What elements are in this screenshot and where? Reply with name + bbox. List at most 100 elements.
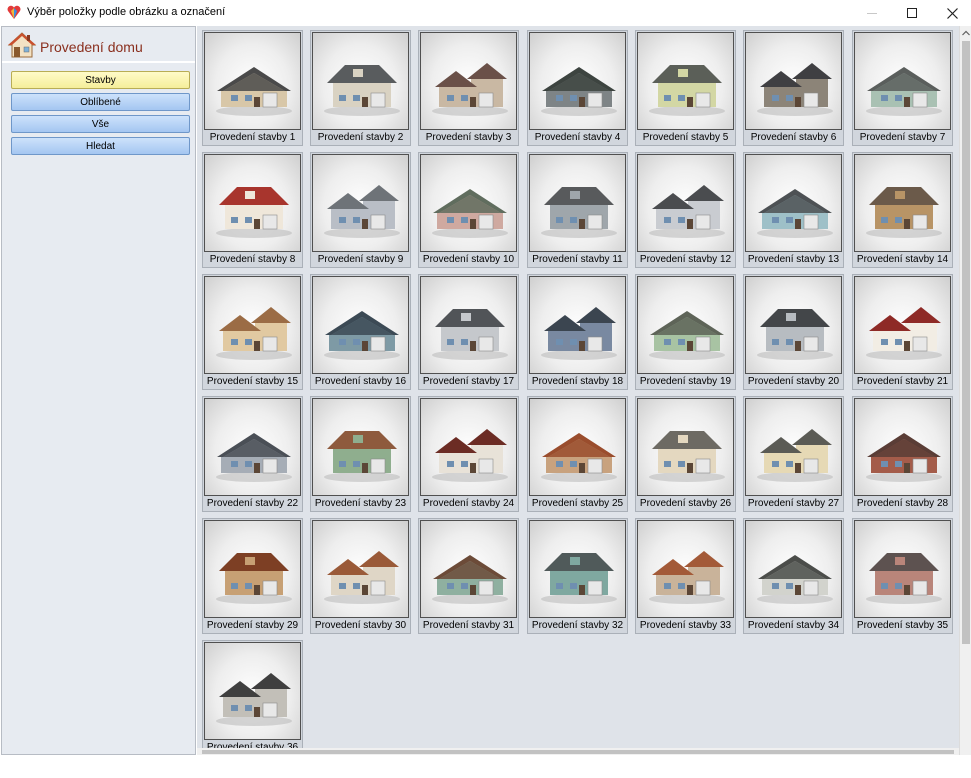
thumbnail-tile[interactable]: Provedení stavby 17 bbox=[418, 274, 519, 390]
thumbnail-image bbox=[204, 398, 301, 496]
house-thumbnail-icon bbox=[541, 553, 617, 604]
thumbnail-image bbox=[854, 32, 951, 130]
scrollbar-thumb[interactable] bbox=[962, 41, 970, 644]
maximize-button[interactable] bbox=[890, 0, 934, 26]
thumbnail-label: Provedení stavby 12 bbox=[639, 254, 732, 265]
thumbnail-tile[interactable]: Provedení stavby 18 bbox=[527, 274, 628, 390]
thumbnail-tile[interactable]: Provedení stavby 24 bbox=[418, 396, 519, 512]
thumbnail-tile[interactable]: Provedení stavby 33 bbox=[635, 518, 736, 634]
house-thumbnail-icon bbox=[541, 187, 617, 238]
thumbnail-tile[interactable]: Provedení stavby 1 bbox=[202, 30, 303, 146]
thumbnail-tile[interactable]: Provedení stavby 26 bbox=[635, 396, 736, 512]
thumbnail-tile[interactable]: Provedení stavby 28 bbox=[852, 396, 953, 512]
thumbnail-tile[interactable]: Provedení stavby 34 bbox=[743, 518, 844, 634]
thumbnail-image bbox=[745, 32, 842, 130]
thumbnail-tile[interactable]: Provedení stavby 27 bbox=[743, 396, 844, 512]
thumbnail-label: Provedení stavby 29 bbox=[206, 620, 299, 631]
house-thumbnail-icon bbox=[216, 187, 292, 238]
thumbnail-image bbox=[854, 154, 951, 252]
thumbnail-image bbox=[745, 398, 842, 496]
thumbnail-image bbox=[312, 520, 409, 618]
thumbnail-image bbox=[745, 154, 842, 252]
thumbnail-image bbox=[312, 276, 409, 374]
thumbnail-tile[interactable]: Provedení stavby 16 bbox=[310, 274, 411, 390]
category-button-oblibene[interactable]: Oblíbené bbox=[11, 93, 190, 111]
thumbnail-tile[interactable]: Provedení stavby 31 bbox=[418, 518, 519, 634]
thumbnail-tile[interactable]: Provedení stavby 9 bbox=[310, 152, 411, 268]
house-thumbnail-icon bbox=[324, 311, 400, 360]
thumbnail-label: Provedení stavby 20 bbox=[747, 376, 840, 387]
close-button[interactable] bbox=[930, 0, 971, 26]
horizontal-scrollbar[interactable] bbox=[197, 748, 959, 755]
thumbnail-tile[interactable]: Provedení stavby 15 bbox=[202, 274, 303, 390]
thumbnail-tile[interactable]: Provedení stavby 7 bbox=[852, 30, 953, 146]
thumbnail-image bbox=[637, 276, 734, 374]
thumbnail-tile[interactable]: Provedení stavby 2 bbox=[310, 30, 411, 146]
thumbnail-label: Provedení stavby 17 bbox=[422, 376, 515, 387]
thumbnail-tile[interactable]: Provedení stavby 25 bbox=[527, 396, 628, 512]
thumbnail-tile[interactable]: Provedení stavby 11 bbox=[527, 152, 628, 268]
house-thumbnail-icon bbox=[541, 307, 617, 360]
thumbnail-tile[interactable]: Provedení stavby 22 bbox=[202, 396, 303, 512]
thumbnail-label: Provedení stavby 15 bbox=[206, 376, 299, 387]
scroll-up-button[interactable] bbox=[960, 26, 971, 40]
house-thumbnail-icon bbox=[757, 429, 833, 482]
house-thumbnail-icon bbox=[216, 433, 292, 482]
thumbnail-tile[interactable]: Provedení stavby 5 bbox=[635, 30, 736, 146]
thumbnail-tile[interactable]: Provedení stavby 12 bbox=[635, 152, 736, 268]
thumbnail-label: Provedení stavby 19 bbox=[639, 376, 732, 387]
sidebar-title: Provedení domu bbox=[40, 39, 143, 55]
picker-window: Výběr položky podle obrázku a označení P… bbox=[0, 0, 971, 755]
thumbnail-image bbox=[312, 32, 409, 130]
category-button-stavby[interactable]: Stavby bbox=[11, 71, 190, 89]
thumbnail-image bbox=[529, 520, 626, 618]
thumbnail-tile[interactable]: Provedení stavby 30 bbox=[310, 518, 411, 634]
thumbnail-image bbox=[637, 32, 734, 130]
thumbnail-tile[interactable]: Provedení stavby 21 bbox=[852, 274, 953, 390]
minimize-icon bbox=[867, 13, 877, 14]
thumbnail-tile[interactable]: Provedení stavby 10 bbox=[418, 152, 519, 268]
thumbnail-tile[interactable]: Provedení stavby 6 bbox=[743, 30, 844, 146]
thumbnail-tile[interactable]: Provedení stavby 32 bbox=[527, 518, 628, 634]
thumbnail-tile[interactable]: Provedení stavby 13 bbox=[743, 152, 844, 268]
thumbnail-tile[interactable]: Provedení stavby 8 bbox=[202, 152, 303, 268]
thumbnail-image bbox=[204, 276, 301, 374]
minimize-button[interactable] bbox=[850, 0, 894, 26]
thumbnail-label: Provedení stavby 18 bbox=[531, 376, 624, 387]
house-thumbnail-icon bbox=[432, 189, 508, 238]
thumbnail-grid: Provedení stavby 1 Provedení stavby 2 Pr… bbox=[197, 26, 959, 755]
house-thumbnail-icon bbox=[866, 433, 942, 482]
house-thumbnail-icon bbox=[757, 189, 833, 238]
thumbnail-tile[interactable]: Provedení stavby 14 bbox=[852, 152, 953, 268]
house-thumbnail-icon bbox=[649, 65, 725, 116]
horizontal-scrollbar-thumb[interactable] bbox=[202, 750, 954, 754]
category-sidebar: Provedení domu Stavby Oblíbené Vše Hledat bbox=[1, 26, 196, 755]
thumbnail-tile[interactable]: Provedení stavby 4 bbox=[527, 30, 628, 146]
maximize-icon bbox=[907, 8, 917, 18]
sidebar-header: Provedení domu bbox=[2, 27, 195, 63]
vertical-scrollbar[interactable] bbox=[959, 26, 971, 755]
close-icon bbox=[946, 7, 958, 19]
house-thumbnail-icon bbox=[324, 431, 400, 482]
thumbnail-tile[interactable]: Provedení stavby 19 bbox=[635, 274, 736, 390]
house-thumbnail-icon bbox=[216, 553, 292, 604]
thumbnail-tile[interactable]: Provedení stavby 3 bbox=[418, 30, 519, 146]
thumbnail-image bbox=[204, 154, 301, 252]
thumbnail-label: Provedení stavby 28 bbox=[856, 498, 949, 509]
thumbnail-tile[interactable]: Provedení stavby 36 bbox=[202, 640, 303, 755]
thumbnail-tile[interactable]: Provedení stavby 35 bbox=[852, 518, 953, 634]
window-title: Výběr položky podle obrázku a označení bbox=[27, 6, 226, 18]
thumbnail-tile[interactable]: Provedení stavby 23 bbox=[310, 396, 411, 512]
thumbnail-image bbox=[420, 154, 517, 252]
house-thumbnail-icon bbox=[649, 431, 725, 482]
category-button-vse[interactable]: Vše bbox=[11, 115, 190, 133]
category-button-hledat[interactable]: Hledat bbox=[11, 137, 190, 155]
house-thumbnail-icon bbox=[866, 67, 942, 116]
house-thumbnail-icon bbox=[649, 551, 725, 604]
house-thumbnail-icon bbox=[541, 433, 617, 482]
thumbnail-tile[interactable]: Provedení stavby 29 bbox=[202, 518, 303, 634]
house-thumbnail-icon bbox=[866, 187, 942, 238]
thumbnail-tile[interactable]: Provedení stavby 20 bbox=[743, 274, 844, 390]
thumbnail-label: Provedení stavby 11 bbox=[532, 254, 623, 265]
scroll-down-button[interactable] bbox=[960, 764, 971, 778]
